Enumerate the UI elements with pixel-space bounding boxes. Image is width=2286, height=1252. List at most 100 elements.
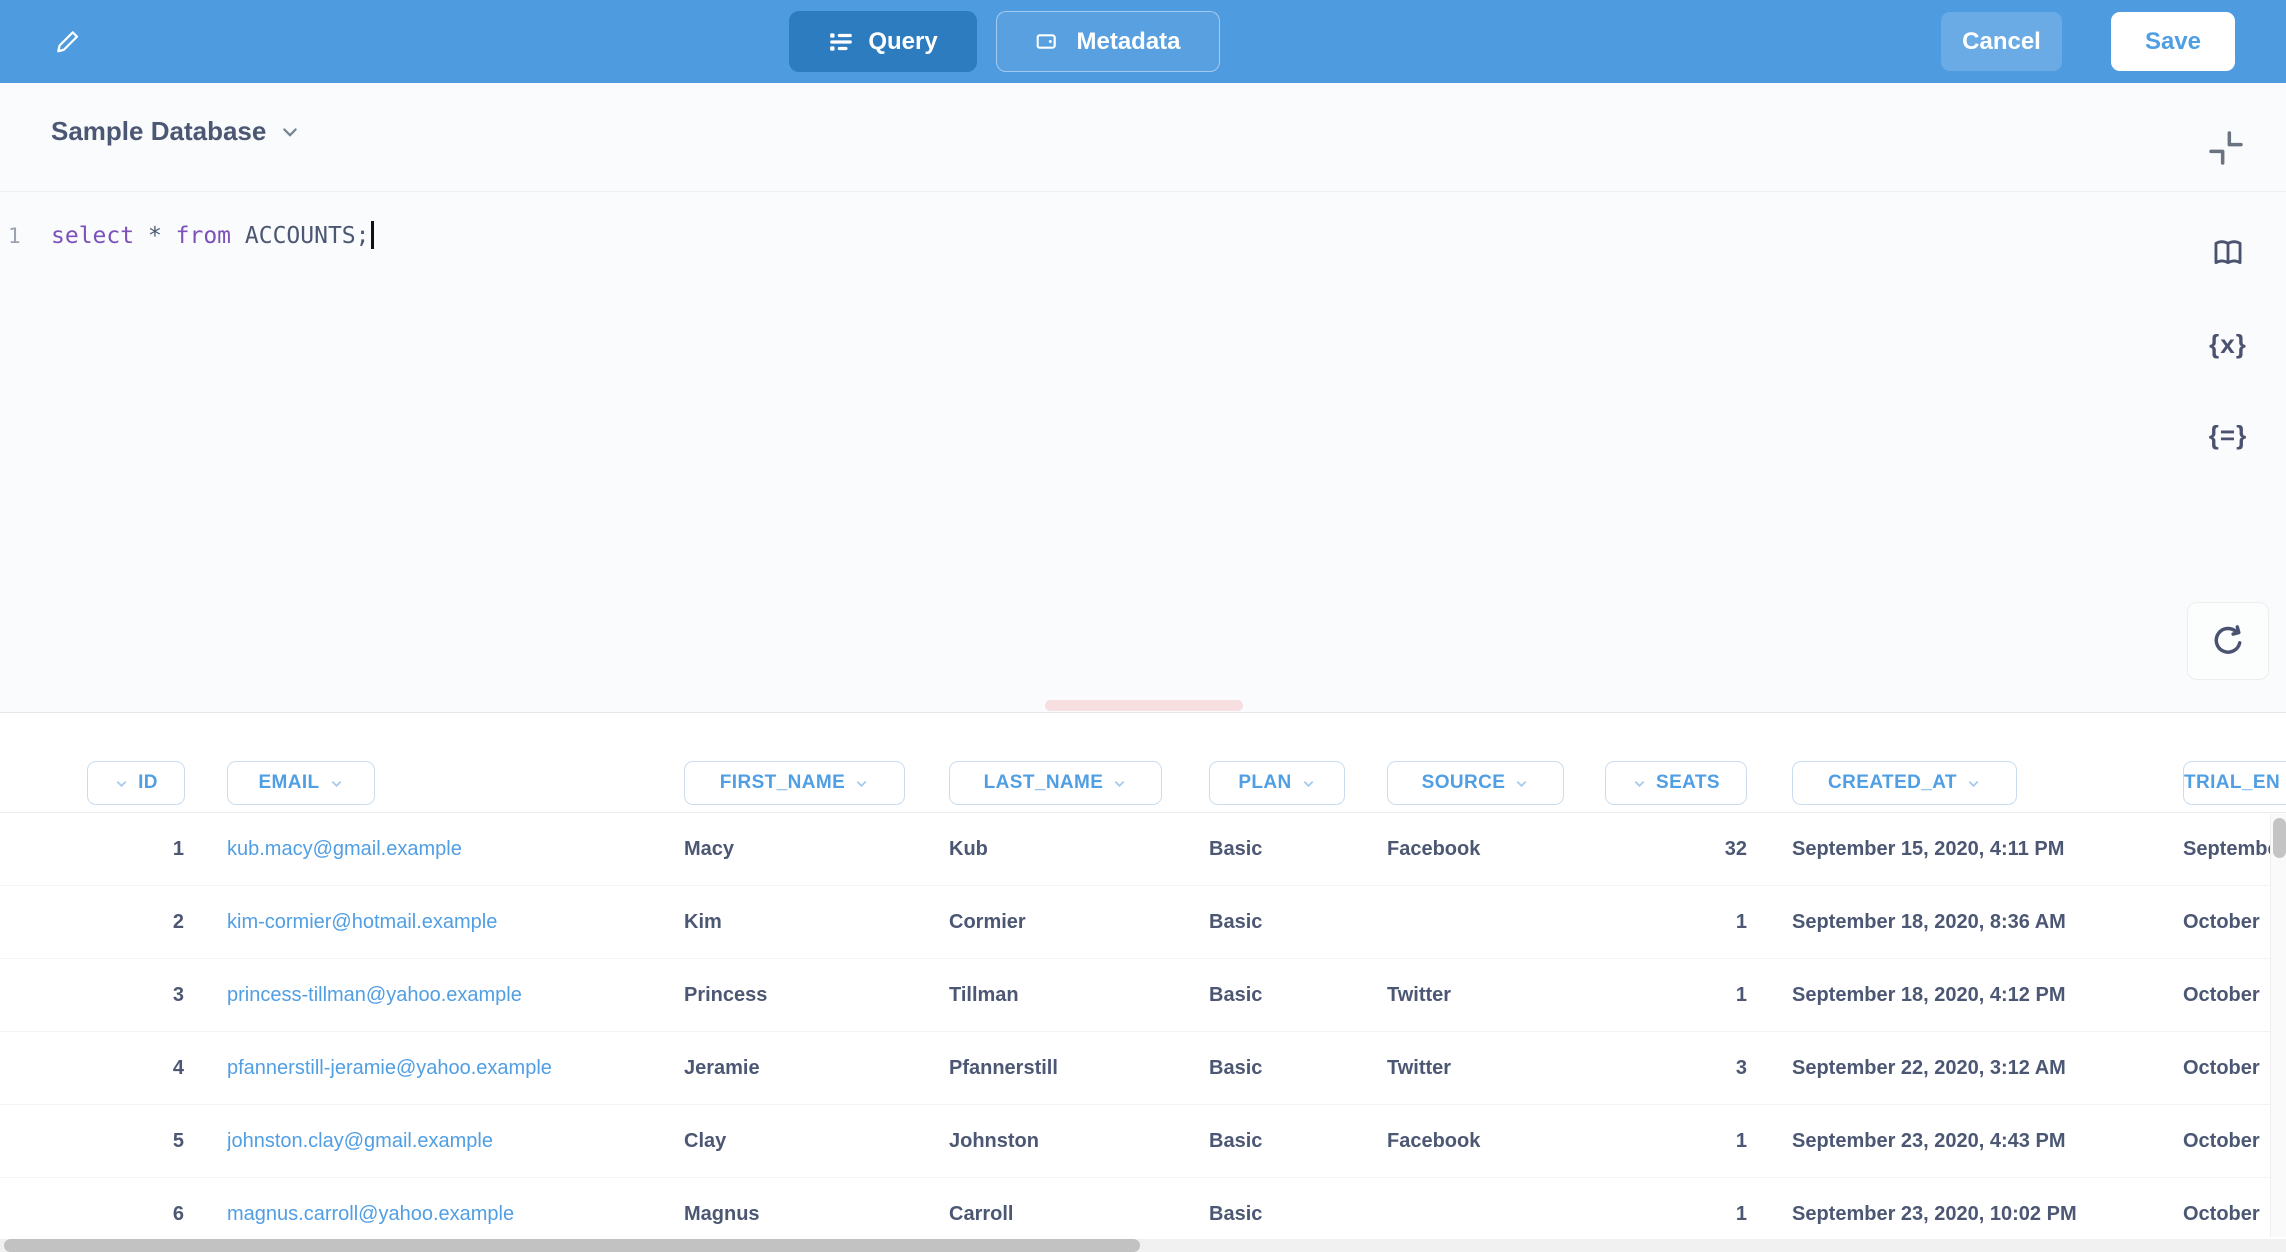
cell-created-at: September 23, 2020, 4:43 PM bbox=[1792, 1105, 2132, 1177]
cell-trial: October bbox=[2183, 1105, 2270, 1177]
cell-source: Twitter bbox=[1387, 1032, 1597, 1104]
column-label: CREATED_AT bbox=[1828, 772, 1957, 794]
cell-first-name: Magnus bbox=[684, 1178, 934, 1239]
cell-first-name: Clay bbox=[684, 1105, 934, 1177]
column-label: SOURCE bbox=[1422, 772, 1506, 794]
column-label: TRIAL_EN bbox=[2184, 772, 2280, 794]
cell-email-link[interactable]: princess-tillman@yahoo.example bbox=[227, 959, 657, 1031]
cell-id: 4 bbox=[60, 1032, 184, 1104]
column-header-first-name[interactable]: FIRST_NAME bbox=[684, 761, 905, 805]
sql-code: select * from ACCOUNTS; bbox=[51, 213, 374, 259]
column-header-trial[interactable]: TRIAL_EN bbox=[2183, 761, 2286, 805]
sql-editor-panel: Sample Database 1 select * from ACCOUNTS… bbox=[0, 83, 2286, 713]
sql-keyword: from bbox=[176, 223, 231, 249]
chevron-down-icon bbox=[1514, 776, 1529, 791]
cell-id: 6 bbox=[60, 1178, 184, 1239]
cell-first-name: Kim bbox=[684, 886, 934, 958]
column-header-id[interactable]: ID bbox=[87, 761, 185, 805]
cell-last-name: Cormier bbox=[949, 886, 1199, 958]
cell-trial: October bbox=[2183, 1178, 2270, 1239]
cell-trial: October bbox=[2183, 886, 2270, 958]
native-query-editor-page: Query Metadata Cancel Save Sample Databa… bbox=[0, 0, 2286, 1252]
cell-seats: 1 bbox=[1600, 1105, 1747, 1177]
cell-last-name: Johnston bbox=[949, 1105, 1199, 1177]
tab-query[interactable]: Query bbox=[789, 11, 977, 72]
horizontal-scrollbar-thumb[interactable] bbox=[4, 1239, 1140, 1252]
cell-seats: 1 bbox=[1600, 959, 1747, 1031]
chevron-down-icon bbox=[114, 776, 129, 791]
vertical-scrollbar-thumb[interactable] bbox=[2273, 818, 2286, 858]
column-label: PLAN bbox=[1238, 772, 1291, 794]
cell-trial: September bbox=[2183, 813, 2270, 885]
column-header-created-at[interactable]: CREATED_AT bbox=[1792, 761, 2017, 805]
column-header-email[interactable]: EMAIL bbox=[227, 761, 375, 805]
cell-email-link[interactable]: kub.macy@gmail.example bbox=[227, 813, 657, 885]
refresh-icon bbox=[2210, 623, 2246, 659]
cell-created-at: September 18, 2020, 4:12 PM bbox=[1792, 959, 2132, 1031]
cell-email-link[interactable]: magnus.carroll@yahoo.example bbox=[227, 1178, 657, 1239]
column-header-plan[interactable]: PLAN bbox=[1209, 761, 1345, 805]
cell-seats: 32 bbox=[1600, 813, 1747, 885]
tab-metadata[interactable]: Metadata bbox=[996, 11, 1220, 72]
cell-created-at: September 15, 2020, 4:11 PM bbox=[1792, 813, 2132, 885]
cell-last-name: Kub bbox=[949, 813, 1199, 885]
cell-first-name: Princess bbox=[684, 959, 934, 1031]
cell-created-at: September 22, 2020, 3:12 AM bbox=[1792, 1032, 2132, 1104]
cell-created-at: September 23, 2020, 10:02 PM bbox=[1792, 1178, 2132, 1239]
chevron-down-icon bbox=[854, 776, 869, 791]
database-selector[interactable]: Sample Database bbox=[51, 116, 300, 147]
variables-button[interactable]: {x} bbox=[2202, 326, 2254, 362]
topbar-actions: Cancel Save bbox=[1941, 12, 2235, 71]
column-label: EMAIL bbox=[258, 772, 319, 794]
cell-source: Twitter bbox=[1387, 959, 1597, 1031]
column-label: LAST_NAME bbox=[984, 772, 1104, 794]
editor-side-tools: {x} {=} bbox=[2200, 235, 2256, 453]
cell-email-link[interactable]: johnston.clay@gmail.example bbox=[227, 1105, 657, 1177]
table-row: 4 pfannerstill-jeramie@yahoo.example Jer… bbox=[0, 1032, 2270, 1105]
chevron-down-icon bbox=[1632, 776, 1647, 791]
resize-handle[interactable] bbox=[1045, 700, 1243, 711]
tab-metadata-label: Metadata bbox=[1076, 28, 1180, 56]
cell-first-name: Jeramie bbox=[684, 1032, 934, 1104]
cell-plan: Basic bbox=[1209, 1105, 1379, 1177]
cell-id: 1 bbox=[60, 813, 184, 885]
snippets-icon: {=} bbox=[2209, 420, 2247, 451]
collapse-editor-icon[interactable] bbox=[2206, 128, 2246, 168]
cell-seats: 1 bbox=[1600, 886, 1747, 958]
metadata-tag-icon bbox=[1035, 28, 1062, 55]
table-body: 1 kub.macy@gmail.example Macy Kub Basic … bbox=[0, 813, 2270, 1239]
cell-first-name: Macy bbox=[684, 813, 934, 885]
database-row: Sample Database bbox=[0, 83, 2286, 192]
sql-operator: * bbox=[134, 223, 176, 249]
column-header-source[interactable]: SOURCE bbox=[1387, 761, 1564, 805]
cancel-button[interactable]: Cancel bbox=[1941, 12, 2062, 71]
run-query-button[interactable] bbox=[2187, 602, 2269, 680]
variables-icon: {x} bbox=[2209, 329, 2247, 360]
save-button[interactable]: Save bbox=[2111, 12, 2235, 71]
database-name: Sample Database bbox=[51, 116, 266, 147]
column-header-seats[interactable]: SEATS bbox=[1605, 761, 1747, 805]
query-list-icon bbox=[828, 29, 854, 55]
book-icon bbox=[2211, 236, 2245, 270]
cell-created-at: September 18, 2020, 8:36 AM bbox=[1792, 886, 2132, 958]
cell-email-link[interactable]: pfannerstill-jeramie@yahoo.example bbox=[227, 1032, 657, 1104]
cell-email-link[interactable]: kim-cormier@hotmail.example bbox=[227, 886, 657, 958]
cell-plan: Basic bbox=[1209, 1032, 1379, 1104]
data-reference-button[interactable] bbox=[2202, 235, 2254, 271]
cell-trial: October bbox=[2183, 959, 2270, 1031]
cell-id: 5 bbox=[60, 1105, 184, 1177]
cell-id: 2 bbox=[60, 886, 184, 958]
sql-identifier: ACCOUNTS; bbox=[231, 223, 369, 249]
edit-pencil-icon[interactable] bbox=[52, 26, 82, 56]
cell-seats: 1 bbox=[1600, 1178, 1747, 1239]
sql-editor[interactable]: 1 select * from ACCOUNTS; bbox=[0, 213, 2000, 259]
text-cursor bbox=[371, 221, 374, 249]
column-label: SEATS bbox=[1656, 772, 1720, 794]
tab-query-label: Query bbox=[868, 28, 937, 56]
chevron-down-icon bbox=[1112, 776, 1127, 791]
snippets-button[interactable]: {=} bbox=[2202, 417, 2254, 453]
cell-source: Facebook bbox=[1387, 1105, 1597, 1177]
cell-seats: 3 bbox=[1600, 1032, 1747, 1104]
column-header-last-name[interactable]: LAST_NAME bbox=[949, 761, 1162, 805]
cell-last-name: Carroll bbox=[949, 1178, 1199, 1239]
